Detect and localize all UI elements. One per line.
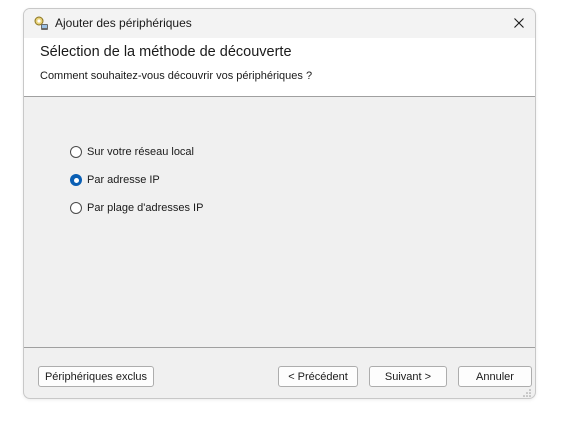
radio-local-network[interactable]: Sur votre réseau local: [70, 144, 194, 160]
radio-button[interactable]: [70, 202, 82, 214]
radio-label: Par adresse IP: [87, 174, 160, 186]
close-icon: [514, 18, 524, 28]
add-device-icon: [33, 15, 49, 31]
window-title: Ajouter des périphériques: [55, 16, 192, 30]
wizard-header: Sélection de la méthode de découverte Co…: [24, 38, 535, 97]
radio-button-selected[interactable]: [70, 174, 82, 186]
page-title: Sélection de la méthode de découverte: [40, 44, 292, 60]
radio-label: Sur votre réseau local: [87, 146, 194, 158]
footer-divider: [24, 347, 535, 348]
radio-ip-range[interactable]: Par plage d'adresses IP: [70, 200, 203, 216]
next-button[interactable]: Suivant >: [369, 366, 447, 387]
resize-grip-icon[interactable]: [522, 385, 532, 397]
previous-button[interactable]: < Précédent: [278, 366, 358, 387]
excluded-devices-button[interactable]: Périphériques exclus: [38, 366, 154, 387]
radio-button[interactable]: [70, 146, 82, 158]
close-button[interactable]: [503, 9, 535, 37]
title-bar: Ajouter des périphériques: [24, 9, 535, 38]
radio-label: Par plage d'adresses IP: [87, 202, 204, 214]
add-devices-dialog: Ajouter des périphériques Sélection de l…: [23, 8, 536, 399]
radio-ip-address[interactable]: Par adresse IP: [70, 172, 160, 188]
page-subtitle: Comment souhaitez-vous découvrir vos pér…: [40, 70, 313, 82]
cancel-button[interactable]: Annuler: [458, 366, 532, 387]
